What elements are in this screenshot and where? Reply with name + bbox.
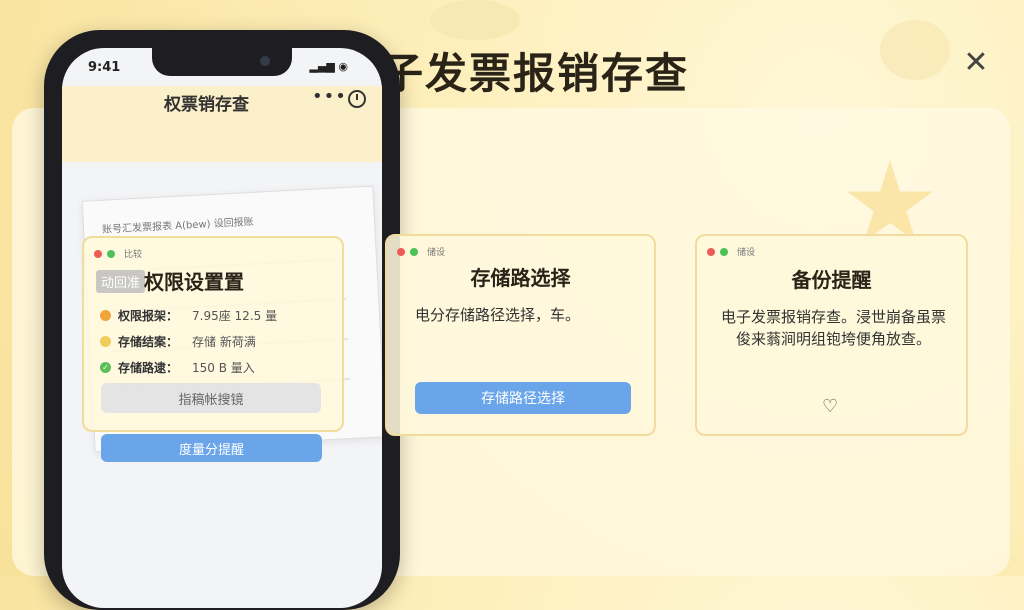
close-dot-icon[interactable]	[397, 247, 405, 256]
item-value: 7.95座 12.5 量	[192, 308, 278, 323]
decorative-blob	[880, 20, 950, 80]
item-key: 存储路逮：	[118, 360, 179, 375]
phone-notch	[152, 48, 292, 76]
card-description: 电子发票报销存查。浸世崩备虽票俊来蓊涧明组铇垮便角放查。	[720, 308, 946, 348]
search-button[interactable]: 指稿帐搜镜	[101, 383, 321, 413]
more-icon[interactable]: •••	[312, 86, 347, 107]
card-description: 电分存储路径选择，车。	[415, 306, 581, 324]
camera-icon	[260, 56, 270, 66]
card-title: 备份提醒	[791, 268, 872, 292]
window-controls: 储设	[397, 245, 445, 258]
window-label: 储设	[737, 248, 756, 258]
maximize-dot-icon[interactable]	[107, 249, 115, 258]
list-item: 存储结案： 存储 新荷满	[100, 328, 277, 354]
list-item: 权限报架： 7.95座 12.5 量	[100, 302, 277, 328]
card-title: 权限设置置	[144, 270, 244, 294]
permission-list: 权限报架： 7.95座 12.5 量 存储结案： 存储 新荷满 ✓ 存储路逮： …	[100, 302, 277, 380]
window-label: 比较	[124, 250, 143, 260]
window-label: 储设	[427, 248, 446, 258]
list-item: ✓ 存储路逮： 150 B 量入	[100, 354, 277, 380]
status-icon	[100, 309, 111, 321]
window-controls: 储设	[707, 245, 755, 258]
close-button[interactable]: ✕	[958, 44, 994, 80]
close-dot-icon[interactable]	[94, 249, 102, 258]
category-tag: 动回准	[96, 270, 146, 293]
item-value: 150 B 量入	[192, 360, 255, 375]
status-icon	[100, 335, 111, 347]
clock-icon[interactable]	[348, 90, 366, 108]
app-title: 权票销存查	[164, 95, 249, 115]
check-icon: ✓	[100, 361, 111, 373]
close-dot-icon[interactable]	[707, 247, 715, 256]
invoice-heading: 账号汇发票报表 A(bew) 设回报账	[101, 216, 254, 236]
storage-path-card: 储设 存储路选择 电分存储路径选择，车。 存储路径选择	[385, 234, 656, 436]
item-key: 存储结案：	[118, 334, 179, 349]
item-key: 权限报架：	[118, 308, 179, 323]
status-time: 9:41	[88, 60, 121, 75]
card-title: 存储路选择	[470, 266, 571, 290]
select-storage-path-button[interactable]: 存储路径选择	[415, 382, 631, 414]
item-value: 存储 新荷满	[192, 334, 256, 349]
close-icon: ✕	[963, 44, 989, 80]
backup-reminder-card: 储设 备份提醒 电子发票报销存查。浸世崩备虽票俊来蓊涧明组铇垮便角放查。 ♡	[695, 234, 968, 436]
heart-icon[interactable]: ♡	[822, 396, 838, 417]
maximize-dot-icon[interactable]	[410, 247, 418, 256]
decorative-blob	[430, 0, 520, 40]
maximize-dot-icon[interactable]	[720, 247, 728, 256]
window-controls: 比较	[94, 247, 142, 260]
signal-icon: ▂▄▆ ◉	[309, 60, 348, 73]
backup-reminder-button[interactable]: 度量分提醒	[101, 434, 322, 462]
